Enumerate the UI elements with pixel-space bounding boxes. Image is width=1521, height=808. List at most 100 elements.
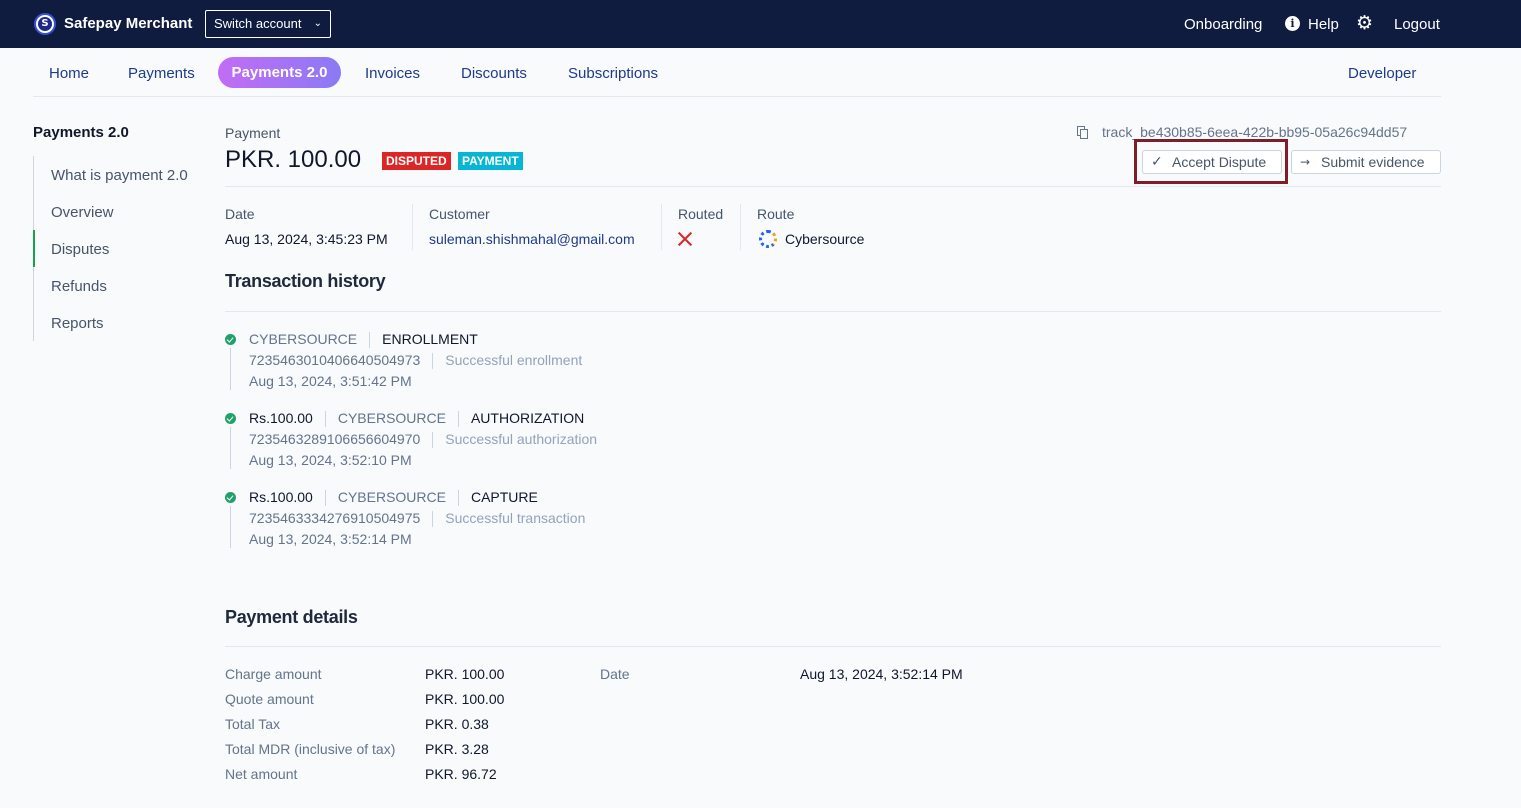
event-processor: CYBERSOURCE [337,489,446,505]
detail-date-label: Date [600,666,630,682]
route-field: Route [757,206,794,222]
history-event-reference-row: 7235463289106656604970 Successful authori… [249,431,598,449]
sidebar-item-disputes[interactable]: Disputes [51,241,109,258]
date-value: Aug 13, 2024, 3:45:23 PM [225,231,388,247]
payment-amount: PKR. 100.00 [225,146,362,173]
event-type: AUTHORIZATION [470,410,585,426]
switch-account-label: Switch account [214,16,302,31]
arrow-right-icon: → [1300,155,1311,169]
help-link[interactable]: Help [1308,16,1339,33]
sidebar-title: Payments 2.0 [33,124,129,141]
detail-label: Total Tax [225,716,280,732]
event-message: Successful authorization [445,431,598,447]
event-processor: CYBERSOURCE [337,410,446,426]
detail-value: PKR. 96.72 [425,766,497,782]
payment-label: Payment [225,125,281,141]
detail-value: PKR. 100.00 [425,691,505,707]
customer-field: Customer suleman.shishmahal@gmail.com [429,206,635,247]
chevron-down-icon: ⌄ [313,18,322,29]
close-x-icon [677,230,693,248]
submit-evidence-button[interactable]: → Submit evidence [1291,150,1441,174]
routed-label: Routed [678,206,724,222]
sidebar-item-refunds[interactable]: Refunds [51,278,107,295]
history-event-reference-row: 7235463010406640504973 Successful enrollm… [249,352,583,370]
transaction-history-title: Transaction history [225,271,386,291]
sidebar-item-what-is-payment[interactable]: What is payment 2.0 [51,167,188,184]
nav-discounts[interactable]: Discounts [461,65,527,82]
top-bar: S Safepay Merchant Switch account ⌄ Onbo… [0,0,1521,48]
event-reference: 7235463334276910504975 [249,510,421,526]
detail-label: Total MDR (inclusive of tax) [225,741,396,757]
event-timestamp: Aug 13, 2024, 3:52:14 PM [249,531,412,547]
logout-link[interactable]: Logout [1394,16,1440,33]
event-type: CAPTURE [470,489,538,505]
timeline-line [230,427,231,469]
tracker-id[interactable]: track_be430b85-6eea-422b-bb95-05a26c94dd… [1102,124,1407,140]
accept-dispute-label: Accept Dispute [1172,154,1267,170]
nav-home[interactable]: Home [49,65,89,82]
event-type: ENROLLMENT [382,331,478,347]
brand-name[interactable]: Safepay Merchant [64,15,192,32]
success-check-icon [225,413,236,424]
history-event-reference-row: 7235463334276910504975 Successful transac… [249,510,586,528]
detail-label: Charge amount [225,666,322,682]
event-reference: 7235463289106656604970 [249,431,421,447]
submit-evidence-label: Submit evidence [1321,154,1425,170]
nav-payments[interactable]: Payments [128,65,195,82]
divider [740,204,741,250]
cybersource-logo-icon [759,230,777,248]
detail-label: Net amount [225,766,298,782]
date-label: Date [225,206,255,222]
event-amount: Rs.100.00 [249,489,313,505]
event-timestamp: Aug 13, 2024, 3:52:10 PM [249,452,412,468]
info-icon[interactable]: i [1285,16,1300,31]
nav-payments-2[interactable]: Payments 2.0 [218,57,341,88]
onboarding-link[interactable]: Onboarding [1184,16,1262,33]
status-badge-disputed: DISPUTED [382,152,451,170]
gear-icon[interactable]: ⚙ [1356,13,1373,33]
accept-dispute-button[interactable]: ✓ Accept Dispute [1142,150,1282,174]
timeline-line [230,348,231,390]
success-check-icon [225,492,236,503]
detail-value: PKR. 3.28 [425,741,489,757]
event-message: Successful transaction [445,510,586,526]
history-event-header: Rs.100.00 CYBERSOURCE CAPTURE [249,489,538,507]
customer-label: Customer [429,206,490,222]
detail-value: PKR. 100.00 [425,666,505,682]
event-reference: 7235463010406640504973 [249,352,421,368]
event-message: Successful enrollment [445,352,583,368]
nav-developer[interactable]: Developer [1348,65,1416,82]
sidebar-active-indicator [33,230,35,267]
logo-letter: S [38,17,52,31]
sidebar-item-overview[interactable]: Overview [51,204,114,221]
divider [661,204,662,250]
customer-email-link[interactable]: suleman.shishmahal@gmail.com [429,231,635,247]
event-amount: Rs.100.00 [249,410,313,426]
check-icon: ✓ [1151,154,1163,170]
detail-date-value: Aug 13, 2024, 3:52:14 PM [800,666,963,682]
nav-invoices[interactable]: Invoices [365,65,420,82]
timeline-line [230,506,231,548]
status-badge-payment: PAYMENT [458,152,523,170]
success-check-icon [225,334,236,345]
sidebar-item-reports[interactable]: Reports [51,315,104,332]
history-event-header: Rs.100.00 CYBERSOURCE AUTHORIZATION [249,410,585,428]
section-divider [225,311,1441,312]
detail-label: Quote amount [225,691,314,707]
detail-value: PKR. 0.38 [425,716,489,732]
safepay-logo-icon[interactable]: S [34,13,56,35]
switch-account-button[interactable]: Switch account ⌄ [205,10,331,38]
nav-subscriptions[interactable]: Subscriptions [568,65,658,82]
event-processor: CYBERSOURCE [249,331,358,347]
route-value: Cybersource [785,231,865,247]
date-field: Date Aug 13, 2024, 3:45:23 PM [225,206,388,247]
route-label: Route [757,206,795,222]
divider [412,204,413,250]
copy-icon[interactable] [1077,126,1089,139]
header-divider [225,186,1441,187]
section-divider [225,646,1441,647]
event-timestamp: Aug 13, 2024, 3:51:42 PM [249,373,412,389]
history-event-header: CYBERSOURCE ENROLLMENT [249,331,478,349]
nav-divider [33,96,1441,97]
payment-details-title: Payment details [225,607,358,627]
